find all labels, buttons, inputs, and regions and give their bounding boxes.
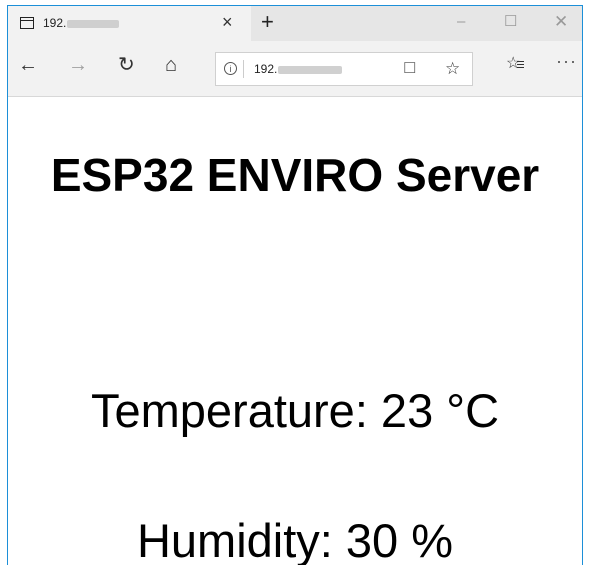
forward-button[interactable]: →	[68, 55, 88, 75]
page-content: ESP32 ENVIRO Server Temperature: 23 °C H…	[8, 97, 582, 565]
tab-page-icon	[20, 17, 34, 29]
refresh-button[interactable]: ↻	[118, 55, 135, 75]
address-divider	[243, 60, 244, 78]
favorites-hub-icon[interactable]: ☆	[506, 55, 525, 73]
address-bar[interactable]: i 192. ☐ ☆	[215, 52, 473, 86]
humidity-reading: Humidity: 30 %	[136, 514, 454, 565]
url-redacted	[278, 65, 343, 74]
temperature-reading: Temperature: 23 °C	[90, 384, 500, 437]
tab-close-icon[interactable]: ×	[222, 13, 233, 31]
home-button[interactable]: ⌂	[165, 55, 177, 75]
more-menu-button[interactable]: ···	[556, 52, 577, 70]
maximize-button[interactable]: ☐	[504, 14, 517, 30]
browser-window: 192. × + – ☐ ✕ ← → ↻ ⌂ i 192. ☐ ☆ ☆ ··· …	[7, 5, 583, 565]
close-window-button[interactable]: ✕	[554, 13, 568, 30]
favorite-star-icon[interactable]: ☆	[445, 60, 460, 78]
tab-title-redacted	[67, 19, 120, 28]
site-info-icon[interactable]: i	[224, 62, 237, 75]
new-tab-button[interactable]: +	[261, 11, 274, 33]
page-title: ESP32 ENVIRO Server	[50, 149, 540, 201]
reading-view-icon[interactable]: ☐	[403, 61, 416, 77]
back-button[interactable]: ←	[18, 55, 38, 75]
address-url[interactable]: 192.	[254, 62, 343, 76]
tab-title: 192.	[43, 16, 120, 30]
tab-bar: 192. × + – ☐ ✕	[8, 6, 582, 41]
browser-tab[interactable]: 192. ×	[8, 6, 251, 41]
minimize-button[interactable]: –	[457, 14, 465, 30]
navigation-bar: ← → ↻ ⌂ i 192. ☐ ☆ ☆ ···	[8, 41, 582, 97]
